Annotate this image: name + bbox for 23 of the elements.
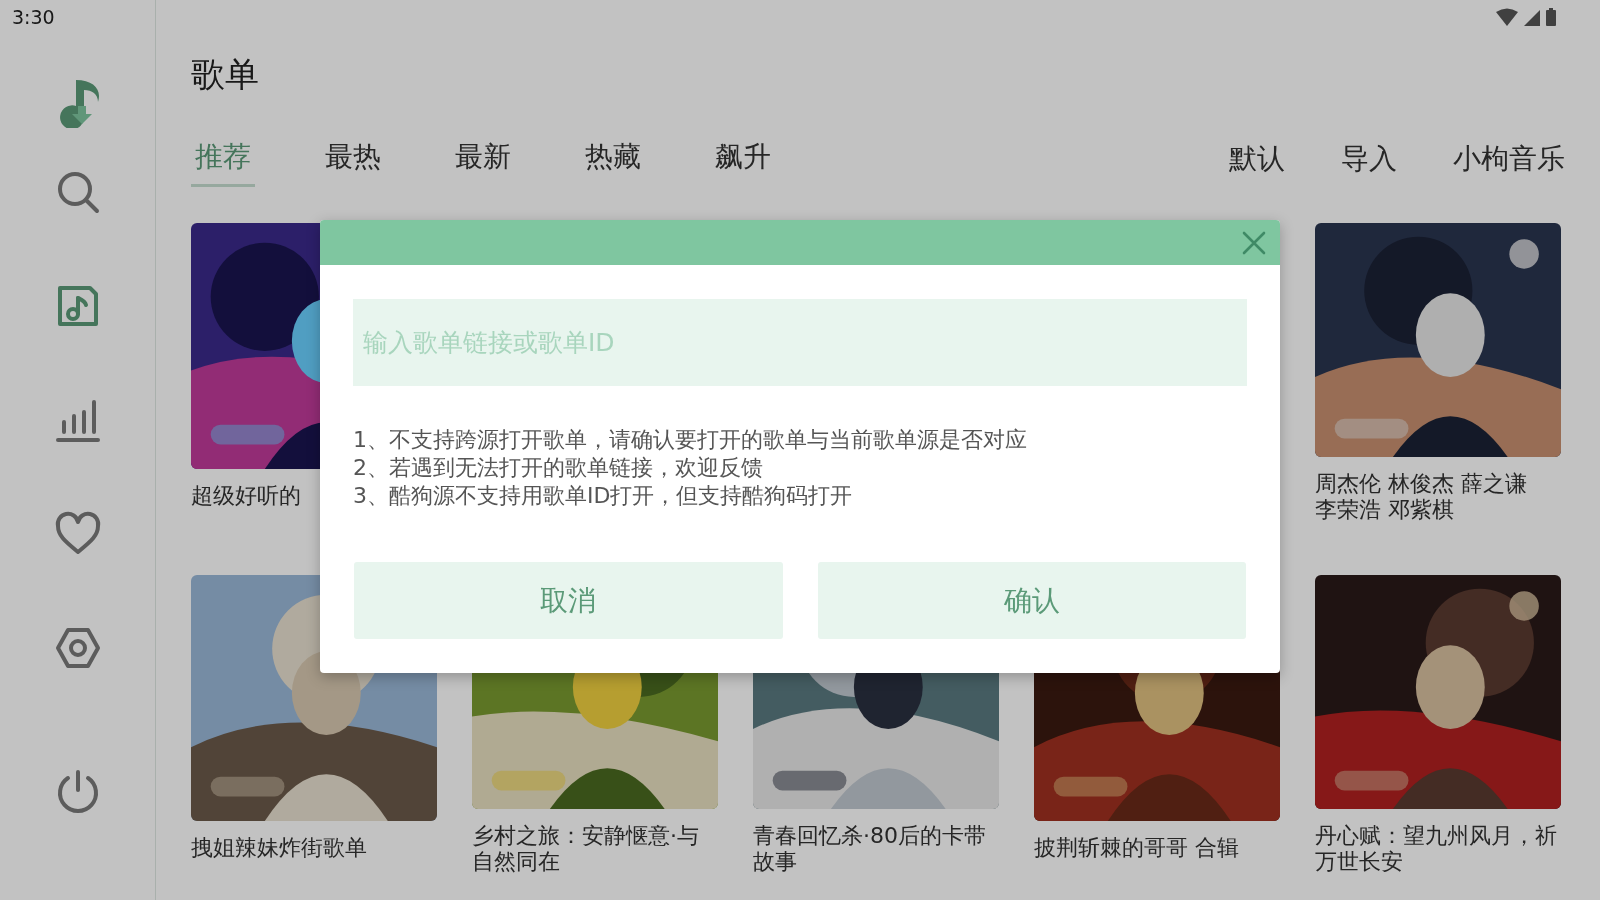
note-text: 1、不支持跨源打开歌单，请确认要打开的歌单与当前歌单源是否对应 [353,426,1028,454]
page-title: 歌单 [191,53,260,96]
note-text: 2、若遇到无法打开的歌单链接，欢迎反馈 [353,454,764,482]
source-option[interactable]: 小枸音乐 [1453,138,1565,187]
tab[interactable]: 最新 [451,138,515,187]
battery-icon [1546,8,1556,26]
playlist-title: 周杰伦 林俊杰 薛之谦李荣浩 邓紫棋 [1315,471,1528,523]
source-option[interactable]: 默认 [1229,138,1285,187]
tab[interactable]: 热藏 [581,138,645,187]
input-field[interactable]: 输入歌单链接或歌单ID [353,299,1247,386]
playlist-title: 青春回忆杀·80后的卡带故事 [753,823,987,875]
playlist-title: 拽姐辣妹炸街歌单 [191,835,367,861]
note-text: 3、酷狗源不支持用歌单ID打开，但支持酷狗码打开 [353,482,854,510]
signal-icon [1524,10,1540,26]
wifi-icon [1496,8,1518,26]
playlist-title: 乡村之旅：安静惬意·与自然同在 [472,823,700,875]
status-time: 3:30 [11,5,55,30]
source-option[interactable]: 导入 [1341,138,1397,187]
playlist-title: 丹心赋：望九州风月，祈万世长安 [1315,823,1558,875]
tab[interactable]: 最热 [321,138,385,187]
tab[interactable]: 飙升 [711,138,775,187]
playlist-title: 披荆斩棘的哥哥 合辑 [1034,835,1239,861]
playlist-title: 超级好听的 [191,483,301,509]
